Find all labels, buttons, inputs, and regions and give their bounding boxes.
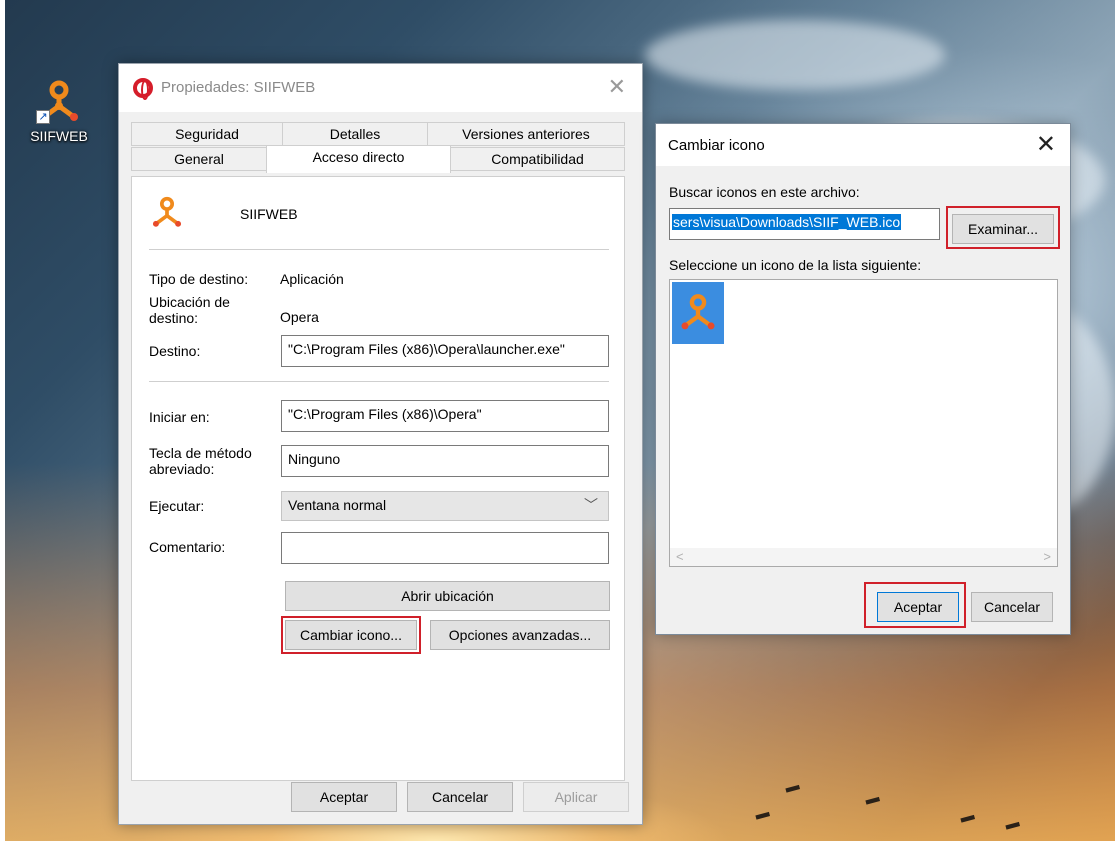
ubicacion-destino-label: Ubicación de destino: — [149, 294, 230, 326]
tab-versiones-anteriores[interactable]: Versiones anteriores — [427, 122, 625, 146]
shortcut-name: SIIFWEB — [240, 206, 298, 222]
iniciar-en-input[interactable]: "C:\Program Files (x86)\Opera" — [281, 400, 609, 432]
ejecutar-selected-value: Ventana normal — [288, 497, 387, 513]
cancelar-button[interactable]: Cancelar — [407, 782, 513, 812]
ubicacion-destino-value: Opera — [280, 309, 319, 325]
acceso-directo-panel: SIIFWEB Tipo de destino: Aplicación Ubic… — [131, 176, 625, 781]
bird: ▬ — [863, 788, 881, 808]
siifweb-logo-icon — [150, 195, 184, 229]
cambiar-icono-dialog: Cambiar icono ✕ Buscar iconos en este ar… — [655, 123, 1071, 635]
opciones-avanzadas-button[interactable]: Opciones avanzadas... — [430, 620, 610, 650]
icon-list-item-selected[interactable] — [672, 282, 724, 344]
cambiar-icono-title: Cambiar icono — [668, 137, 765, 154]
icon-list[interactable]: < > — [669, 279, 1058, 567]
bird: ▬ — [958, 806, 976, 826]
tab-seguridad[interactable]: Seguridad — [131, 122, 283, 146]
tab-detalles[interactable]: Detalles — [282, 122, 428, 146]
tecla-metodo-label: Tecla de método abreviado: — [149, 445, 252, 477]
desktop-icon-label: SIIFWEB — [30, 128, 88, 144]
tipo-destino-value: Aplicación — [280, 271, 344, 287]
cloud — [645, 20, 945, 90]
tab-acceso-directo[interactable]: Acceso directo — [266, 145, 451, 173]
horizontal-scrollbar[interactable]: < > — [670, 548, 1057, 566]
aplicar-button[interactable]: Aplicar — [523, 782, 629, 812]
siifweb-logo-icon: ↗ — [36, 78, 82, 124]
cambiar-icono-titlebar[interactable]: Cambiar icono ✕ — [656, 124, 1070, 166]
properties-dialog: Propiedades: SIIFWEB ✕ Seguridad Detalle… — [118, 63, 643, 825]
shortcut-arrow-icon: ↗ — [36, 110, 50, 124]
destino-label: Destino: — [149, 343, 201, 359]
chevron-down-icon: ﹀ — [584, 497, 598, 513]
scroll-right-icon[interactable]: > — [1043, 549, 1051, 564]
bird: ▬ — [753, 803, 771, 823]
icon-path-input[interactable]: sers\visua\Downloads\SIIF_WEB.ico — [669, 208, 940, 240]
seleccione-icono-label: Seleccione un icono de la lista siguient… — [669, 257, 922, 273]
cancelar-button[interactable]: Cancelar — [971, 592, 1053, 622]
properties-titlebar[interactable]: Propiedades: SIIFWEB ✕ — [119, 64, 642, 112]
icon-path-selected-text: sers\visua\Downloads\SIIF_WEB.ico — [672, 214, 902, 230]
ejecutar-select[interactable]: Ventana normal ﹀ — [281, 491, 609, 521]
iniciar-en-label: Iniciar en: — [149, 409, 210, 425]
bird: ▬ — [1003, 813, 1021, 833]
highlight-box — [864, 582, 966, 628]
separator — [149, 381, 609, 382]
close-icon[interactable]: ✕ — [1036, 130, 1056, 159]
abrir-ubicacion-button[interactable]: Abrir ubicación — [285, 581, 610, 611]
comentario-label: Comentario: — [149, 539, 226, 555]
aceptar-button[interactable]: Aceptar — [291, 782, 397, 812]
opera-icon — [133, 78, 153, 100]
buscar-iconos-label: Buscar iconos en este archivo: — [669, 184, 860, 200]
close-icon[interactable]: ✕ — [608, 74, 626, 100]
highlight-box — [281, 616, 421, 654]
tab-compatibilidad[interactable]: Compatibilidad — [450, 147, 625, 171]
separator — [149, 249, 609, 250]
ejecutar-label: Ejecutar: — [149, 498, 205, 514]
tecla-metodo-input[interactable]: Ninguno — [281, 445, 609, 477]
highlight-box — [946, 206, 1060, 249]
siifweb-logo-icon — [681, 294, 715, 330]
tab-general[interactable]: General — [131, 147, 267, 171]
bird: ▬ — [783, 776, 801, 796]
tipo-destino-label: Tipo de destino: — [149, 271, 249, 287]
destino-input[interactable]: "C:\Program Files (x86)\Opera\launcher.e… — [281, 335, 609, 367]
comentario-input[interactable] — [281, 532, 609, 564]
desktop-shortcut-siifweb[interactable]: ↗ SIIFWEB — [22, 78, 96, 144]
properties-title: Propiedades: SIIFWEB — [161, 79, 316, 96]
scroll-left-icon[interactable]: < — [676, 549, 684, 564]
